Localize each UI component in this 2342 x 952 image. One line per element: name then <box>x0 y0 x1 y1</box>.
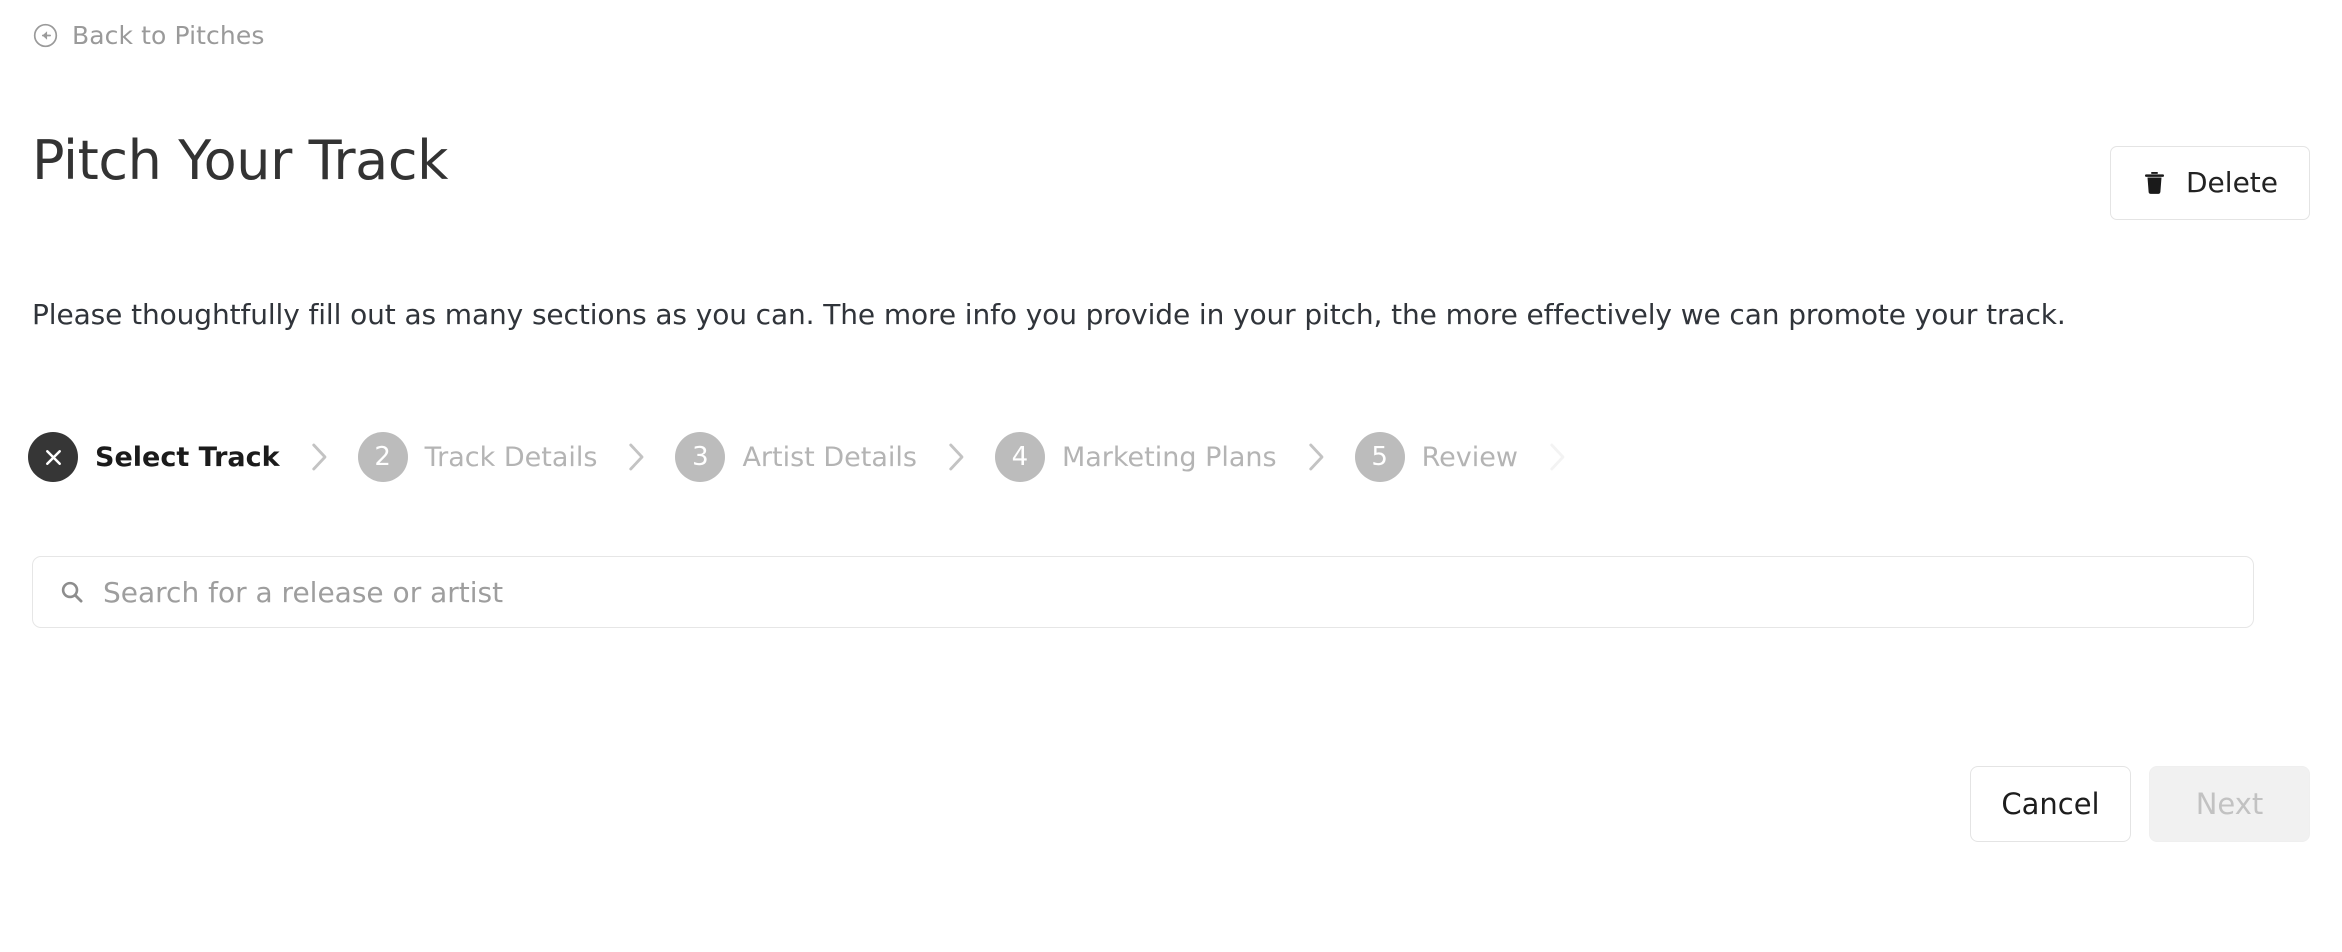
search-input[interactable] <box>103 575 2227 609</box>
step-marker-artist-details: 3 <box>675 432 726 482</box>
delete-button-label: Delete <box>2186 166 2278 199</box>
step-marker-track-details: 2 <box>357 432 408 482</box>
step-review[interactable]: 5 Review <box>1354 432 1518 482</box>
footer-actions: Cancel Next <box>1970 766 2310 842</box>
delete-button[interactable]: Delete <box>2110 146 2310 220</box>
page-title: Pitch Your Track <box>32 129 448 192</box>
step-artist-details[interactable]: 3 Artist Details <box>675 432 917 482</box>
chevron-right-icon <box>1550 443 1565 471</box>
step-label-track-details: Track Details <box>424 441 598 473</box>
trash-icon <box>2142 169 2167 197</box>
chevron-right-icon <box>629 443 644 471</box>
chevron-right-icon <box>311 443 327 471</box>
page-description: Please thoughtfully fill out as many sec… <box>32 298 2066 331</box>
next-button[interactable]: Next <box>2149 766 2310 842</box>
step-label-marketing-plans: Marketing Plans <box>1061 441 1277 473</box>
search-icon <box>59 579 85 605</box>
chevron-right-icon <box>949 443 964 471</box>
step-track-details[interactable]: 2 Track Details <box>357 432 598 482</box>
step-label-select-track: Select Track <box>95 441 280 473</box>
step-marker-review: 5 <box>1354 432 1405 482</box>
step-label-review: Review <box>1421 441 1518 473</box>
chevron-right-icon <box>1308 443 1324 471</box>
step-label-artist-details: Artist Details <box>742 441 917 473</box>
back-to-pitches-link[interactable]: Back to Pitches <box>32 22 264 49</box>
step-marker-marketing-plans: 4 <box>994 432 1045 482</box>
step-select-track[interactable]: Select Track <box>28 432 280 482</box>
pitch-stepper: Select Track 2 Track Details 3 Artist De… <box>28 432 1596 482</box>
back-link-label: Back to Pitches <box>72 21 265 50</box>
arrow-circle-left-icon <box>32 22 59 49</box>
header-row: Pitch Your Track Delete <box>32 129 2310 222</box>
search-bar[interactable] <box>32 556 2254 628</box>
step-marker-select-track <box>28 432 78 482</box>
step-marketing-plans[interactable]: 4 Marketing Plans <box>994 432 1277 482</box>
pitch-your-track-page: Back to Pitches Pitch Your Track Delete … <box>0 0 2342 952</box>
cancel-button[interactable]: Cancel <box>1970 766 2131 842</box>
